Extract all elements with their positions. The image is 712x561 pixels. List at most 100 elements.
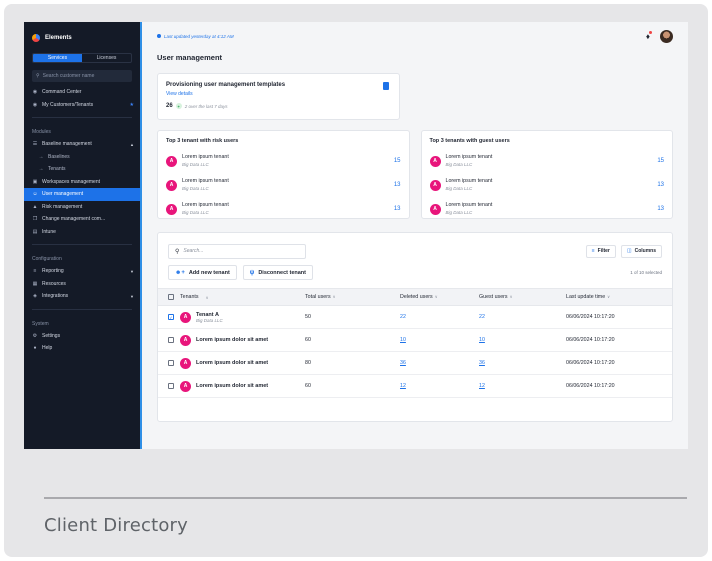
total-users-cell: 50 [305,314,311,320]
deleted-users-link[interactable]: 12 [400,383,479,389]
disconnect-tenant-button[interactable]: ψ Disconnect tenant [242,265,313,280]
guest-users-link[interactable]: 36 [479,360,566,366]
tenant-name: Lorem ipsum tenant [445,154,493,160]
row-select-cell [168,383,180,389]
header-tenants[interactable]: Tenants ∨ [180,294,305,300]
sort-chevron-icon: ∨ [205,294,209,300]
add-tenant-button[interactable]: ☻+ Add new tenant [168,265,237,280]
table-actions: ☻+ Add new tenant ψ Disconnect tenant 1 … [168,265,662,280]
tenant-user-count[interactable]: 13 [657,182,664,188]
service-license-toggle: Services Licenses [32,53,132,63]
table-row[interactable]: A Lorem ipsum dolor sit amet 80 36 36 06/06/2… [158,352,672,375]
row-checkbox[interactable] [168,360,174,366]
sidebar-item-workspaces-management[interactable]: ▣ Workspaces management [24,176,140,189]
row-select-cell [168,360,180,366]
tenant-name[interactable]: Lorem ipsum dolor sit amet [196,360,268,366]
table-row[interactable]: A Lorem ipsum dolor sit amet 60 12 12 06/06/2… [158,375,672,398]
row-checkbox[interactable]: ✓ [168,314,174,320]
favorite-icon[interactable]: ★ [130,102,134,108]
card-caption: Client Directory [44,515,188,536]
provisioning-change: 2 over the last 7 days [184,103,228,109]
sidebar-item-help[interactable]: ● Help [24,342,140,355]
header-last-update[interactable]: Last update time ∨ [566,294,662,300]
row-checkbox[interactable] [168,383,174,389]
nav-icon: ❐ [32,216,38,223]
table-row[interactable]: ✓ A Tenant A Big Data LLC 50 22 22 06/06/2024 1… [158,306,672,329]
sidebar-item-baseline-management[interactable]: ☰ Baseline management ▲ [24,138,140,151]
sidebar: Elements Services Licenses ⚲ Search cust… [24,22,142,449]
guest-users-link[interactable]: 22 [479,314,566,320]
sidebar-item-settings[interactable]: ⚙ Settings [24,330,140,343]
tenant-user-count[interactable]: 13 [657,206,664,212]
tenant-name[interactable]: Tenant A [196,312,223,318]
sidebar-item-tenants[interactable]: → Tenants [24,163,140,176]
expand-chevron-icon[interactable]: ▼ [130,269,134,274]
sidebar-item-risk-management[interactable]: ▲ Risk management [24,201,140,214]
tenant-org: Big Data LLC [182,210,209,215]
list-item[interactable]: A Lorem ipsum tenant Big Data LLC 15 [166,149,401,173]
tenant-search-input[interactable]: ⚲ Search... [168,243,306,259]
guest-users-link[interactable]: 10 [479,337,566,343]
select-all-checkbox[interactable] [168,294,174,300]
tenant-user-count[interactable]: 15 [394,158,401,164]
tab-services[interactable]: Services [33,54,82,62]
sort-chevron-icon: ∨ [509,294,513,299]
list-item[interactable]: A Lorem ipsum tenant Big Data LLC 13 [429,197,664,221]
expand-chevron-icon[interactable]: ▲ [130,142,134,147]
document-icon[interactable] [383,82,389,90]
tenant-user-count[interactable]: 13 [394,182,401,188]
columns-button[interactable]: ◫ Columns [620,244,662,258]
top-right-actions: ♦ [646,29,673,43]
sidebar-item-intune[interactable]: ▤ Intune [24,226,140,239]
tenant-avatar: A [180,311,191,323]
expand-chevron-icon[interactable]: ▼ [130,294,134,299]
deleted-users-link[interactable]: 22 [400,314,479,320]
list-item[interactable]: A Lorem ipsum tenant Big Data LLC 13 [166,173,401,197]
info-icon [157,34,161,38]
tenant-name[interactable]: Lorem ipsum dolor sit amet [196,337,268,343]
tenant-avatar: A [429,155,441,167]
list-item[interactable]: A Lorem ipsum tenant Big Data LLC 13 [166,197,401,221]
sidebar-item-user-management[interactable]: ☺ User management [24,188,140,201]
deleted-users-link[interactable]: 36 [400,360,479,366]
guest-users-link[interactable]: 12 [479,383,566,389]
customer-search-input[interactable]: ⚲ Search customer name [32,70,132,82]
view-details-link[interactable]: View details [166,91,391,97]
row-checkbox[interactable] [168,337,174,343]
sidebar-item-command-center[interactable]: ◉ Command Center [24,86,140,99]
nav-icon: ▦ [32,280,38,287]
add-tenant-label: Add new tenant [188,269,230,276]
header-guest-users[interactable]: Guest users ∨ [479,294,566,300]
sidebar-item-integrations[interactable]: ◈ Integrations ▼ [24,290,140,303]
list-item[interactable]: A Lorem ipsum tenant Big Data LLC 15 [429,149,664,173]
sidebar-item-label: Tenants [48,166,66,173]
table-row[interactable]: A Lorem ipsum dolor sit amet 60 10 10 06/06/2… [158,329,672,352]
sidebar-item-label: Baselines [48,153,70,160]
header-label: Deleted users [400,294,433,300]
sidebar-item-change-management-com[interactable]: ❐ Change management com... [24,213,140,226]
tenant-user-count[interactable]: 13 [394,206,401,212]
header-total-users[interactable]: Total users ∨ [305,294,400,300]
brand[interactable]: Elements [24,30,140,46]
tab-licenses[interactable]: Licenses [82,54,131,62]
header-deleted-users[interactable]: Deleted users ∨ [400,294,479,300]
user-avatar[interactable] [660,29,673,43]
section-modules-label: Modules [32,129,51,135]
deleted-users-link[interactable]: 10 [400,337,479,343]
tenant-name[interactable]: Lorem ipsum dolor sit amet [196,383,268,389]
sidebar-item-reporting[interactable]: ≡ Reporting ▼ [24,265,140,278]
tenant-info: Lorem ipsum tenant Big Data LLC [182,202,394,216]
select-all-cell [168,294,180,300]
sidebar-item-baselines[interactable]: → Baselines [24,151,140,164]
header-label: Tenants [180,294,199,300]
sidebar-item-my-customers-tenants[interactable]: ◉ My Customers/Tenants ★ [24,99,140,112]
sidebar-item-resources[interactable]: ▦ Resources [24,278,140,291]
top-tenant-tiles: Top 3 tenant with risk users A Lorem ipsu… [157,130,673,219]
notifications-button[interactable]: ♦ [646,30,652,41]
tenant-user-count[interactable]: 15 [657,158,664,164]
last-updated-text: Last updated yesterday at 4:12 AM [164,33,234,39]
top-bar: Last updated yesterday at 4:12 AM ♦ [157,22,673,50]
filter-button[interactable]: ≡ Filter [585,244,616,258]
tenant-cell: A Lorem ipsum dolor sit amet [180,334,305,346]
list-item[interactable]: A Lorem ipsum tenant Big Data LLC 13 [429,173,664,197]
